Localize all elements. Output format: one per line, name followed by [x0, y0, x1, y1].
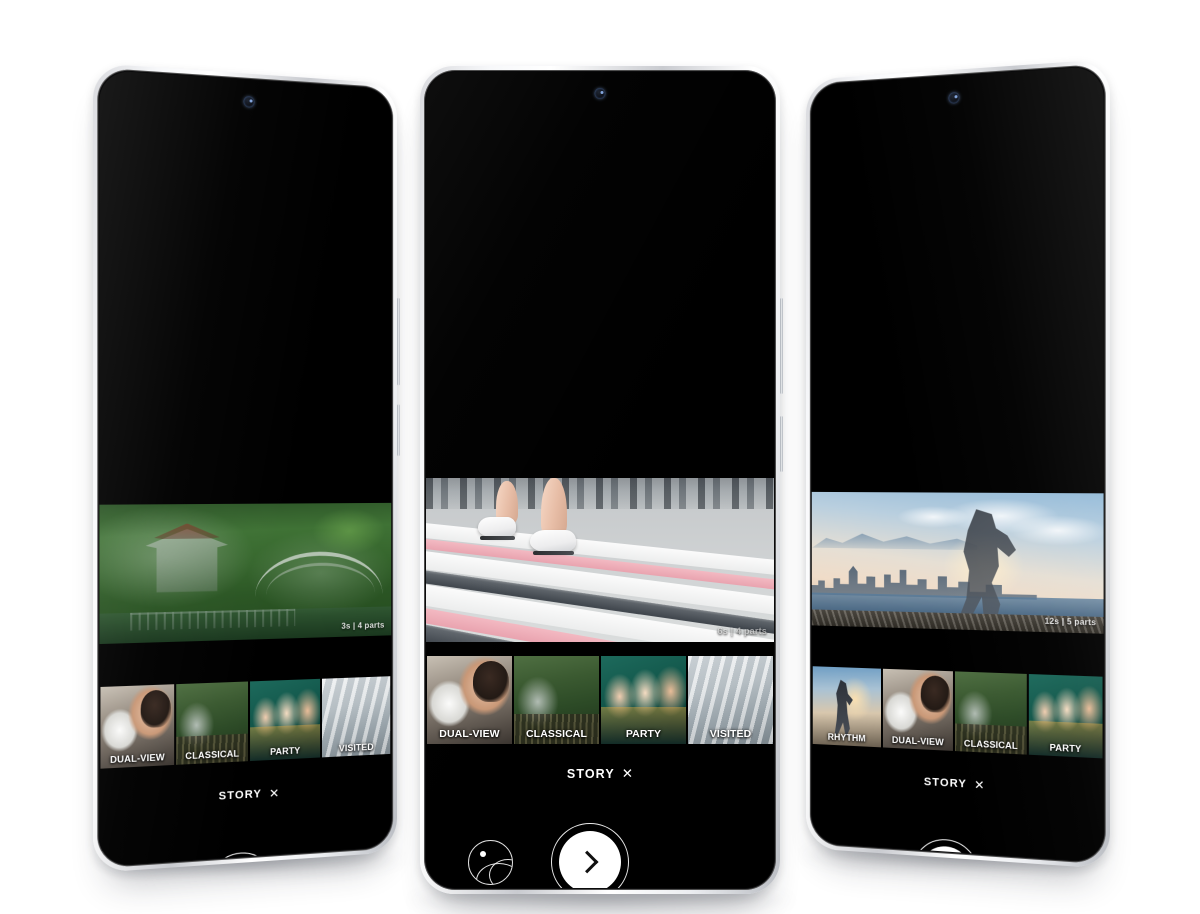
- front-camera-icon: [948, 91, 960, 104]
- story-label: STORY: [218, 787, 263, 803]
- mode-thumbnail-strip[interactable]: DUAL-VIEW CLASSICAL PARTY VISITED: [426, 656, 774, 744]
- story-mode-row: STORY ✕: [99, 781, 391, 810]
- story-label: STORY: [566, 767, 615, 781]
- close-icon[interactable]: ✕: [269, 786, 279, 801]
- camera-controls: [426, 814, 774, 888]
- preview-image-crosswalk: [426, 478, 774, 642]
- duration-badge: 6s | 4 parts: [717, 626, 767, 636]
- chevron-right-icon: [575, 850, 599, 874]
- gallery-preview-icon[interactable]: [468, 839, 513, 885]
- mode-thumb-party[interactable]: PARTY: [250, 678, 321, 762]
- camera-preview: 12s | 5 parts: [811, 491, 1104, 634]
- mode-thumb-label: VISITED: [709, 728, 752, 740]
- story-mode-row: STORY ✕: [812, 770, 1104, 798]
- phone-screen: 6s | 4 parts DUAL-VIEW CLASSICAL PARTY V…: [426, 72, 774, 888]
- mode-thumb-party[interactable]: PARTY: [1028, 674, 1103, 759]
- mode-thumb-visited[interactable]: VISITED: [322, 676, 391, 758]
- mode-thumb-rhythm[interactable]: RHYTHM: [812, 666, 881, 748]
- close-icon[interactable]: ✕: [622, 767, 633, 781]
- mode-thumbnail-strip[interactable]: RHYTHM DUAL-VIEW CLASSICAL PARTY: [811, 666, 1104, 759]
- volume-button[interactable]: [397, 297, 400, 386]
- mode-thumb-dual-view[interactable]: DUAL-VIEW: [100, 684, 175, 769]
- front-camera-icon: [594, 88, 606, 99]
- shutter-core: [559, 831, 621, 888]
- phone-device-center: 6s | 4 parts DUAL-VIEW CLASSICAL PARTY V…: [420, 66, 783, 894]
- scene-root: 3s | 4 parts DUAL-VIEW CLASSICAL PARTY V…: [0, 0, 1200, 914]
- front-camera-icon: [243, 95, 255, 108]
- phone-bezel: 3s | 4 parts DUAL-VIEW CLASSICAL PARTY V…: [97, 67, 394, 869]
- power-button[interactable]: [780, 416, 783, 472]
- duration-badge: 3s | 4 parts: [341, 620, 385, 631]
- mode-thumb-classical[interactable]: CLASSICAL: [176, 681, 249, 765]
- volume-button[interactable]: [780, 298, 783, 394]
- story-mode-row: STORY ✕: [426, 767, 774, 781]
- phone-device-left: 3s | 4 parts DUAL-VIEW CLASSICAL PARTY V…: [93, 63, 400, 873]
- phone-device-right: 12s | 5 parts RHYTHM DUAL-VIEW CLASSICAL: [806, 59, 1110, 869]
- mode-thumb-label: DUAL-VIEW: [439, 728, 500, 740]
- camera-preview: 3s | 4 parts: [99, 502, 392, 645]
- phone-bezel: 12s | 5 parts RHYTHM DUAL-VIEW CLASSICAL: [809, 63, 1106, 865]
- mode-thumb-label: CLASSICAL: [526, 728, 587, 740]
- story-label: STORY: [923, 775, 968, 791]
- mode-thumb-dual-view[interactable]: DUAL-VIEW: [882, 668, 953, 751]
- preview-image-runner: [811, 491, 1104, 634]
- mode-thumb-label: PARTY: [625, 728, 662, 740]
- mode-thumb-classical[interactable]: CLASSICAL: [954, 671, 1027, 755]
- duration-badge: 12s | 5 parts: [1044, 616, 1097, 628]
- mode-thumb-dual-view[interactable]: DUAL-VIEW: [427, 656, 512, 744]
- phone-screen: 12s | 5 parts RHYTHM DUAL-VIEW CLASSICAL: [811, 65, 1104, 863]
- mode-thumb-classical[interactable]: CLASSICAL: [514, 656, 599, 744]
- phone-screen: 3s | 4 parts DUAL-VIEW CLASSICAL PARTY V…: [99, 69, 392, 867]
- mode-thumbnail-strip[interactable]: DUAL-VIEW CLASSICAL PARTY VISITED: [99, 676, 392, 769]
- mode-thumb-party[interactable]: PARTY: [601, 656, 686, 744]
- shutter-next-button[interactable]: [551, 823, 629, 888]
- close-icon[interactable]: ✕: [974, 778, 984, 793]
- camera-preview: 6s | 4 parts: [426, 478, 774, 642]
- phone-bezel: 6s | 4 parts DUAL-VIEW CLASSICAL PARTY V…: [424, 70, 776, 890]
- mode-thumb-visited[interactable]: VISITED: [688, 656, 773, 744]
- power-button[interactable]: [397, 404, 400, 457]
